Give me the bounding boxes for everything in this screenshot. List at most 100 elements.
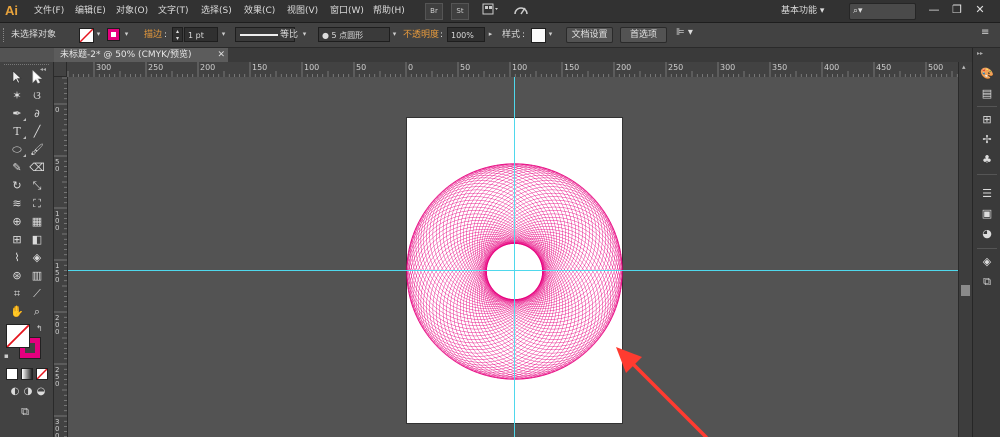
opacity-input[interactable]: 100%: [447, 27, 485, 42]
brushes-panel-icon[interactable]: ✢: [978, 132, 996, 148]
zoom-tool-icon[interactable]: ⌕: [28, 304, 46, 319]
horizontal-ruler-ticks: 300 250 200 150 100 50 0 50 100 150 200 250 300 350 40…: [57, 62, 958, 77]
selection-tool-icon[interactable]: [8, 70, 26, 85]
slice-tool-icon[interactable]: ⟋: [28, 286, 46, 301]
layers-panel-icon[interactable]: ◈: [978, 254, 996, 270]
perspective-grid-tool-icon[interactable]: ▦: [28, 214, 46, 229]
vertical-scrollbar-thumb[interactable]: [961, 285, 970, 296]
eraser-tool-icon[interactable]: ⌫: [28, 160, 46, 175]
close-button[interactable]: ✕: [971, 2, 989, 18]
paintbrush-tool-icon[interactable]: 🖌: [28, 142, 46, 157]
expand-panels-icon[interactable]: ▸▸: [977, 50, 983, 57]
none-mode-icon[interactable]: [36, 368, 48, 380]
gpu-icon[interactable]: [512, 3, 530, 18]
menu-view[interactable]: 视图(V): [287, 5, 318, 18]
minimize-button[interactable]: —: [925, 2, 943, 18]
menu-object[interactable]: 对象(O): [116, 5, 148, 18]
align-options-icon[interactable]: ⊫ ▾: [676, 27, 693, 39]
profile-label: 等比: [280, 30, 299, 40]
control-bar-grip[interactable]: [3, 28, 6, 42]
menu-type[interactable]: 文字(T): [158, 5, 189, 18]
ellipse-tool-icon[interactable]: ⬭: [8, 142, 26, 157]
stroke-weight-stepper[interactable]: ▴ ▾: [172, 27, 183, 42]
direct-selection-tool-icon[interactable]: [28, 70, 46, 85]
line-segment-tool-icon[interactable]: ╱: [28, 124, 46, 139]
stroke-panel-icon[interactable]: ☰: [978, 186, 996, 202]
scroll-up-icon[interactable]: ▴: [962, 63, 966, 71]
restore-button[interactable]: ❐: [948, 2, 966, 18]
stroke-weight-dropdown-icon[interactable]: ▾: [219, 27, 228, 42]
width-tool-icon[interactable]: ≋: [8, 196, 26, 211]
graphic-style-dropdown-icon[interactable]: ▾: [546, 27, 555, 42]
document-setup-button[interactable]: 文档设置: [566, 27, 613, 43]
default-fill-stroke-icon[interactable]: ▪: [4, 352, 9, 360]
stroke-label[interactable]: 描边: [144, 29, 162, 41]
stock-icon[interactable]: St: [451, 3, 469, 20]
rotate-tool-icon[interactable]: ↻: [8, 178, 26, 193]
stroke-dropdown-icon[interactable]: ▾: [122, 27, 131, 42]
stroke-swatch[interactable]: [107, 28, 120, 41]
vertical-guide[interactable]: [514, 77, 515, 437]
pen-tool-icon[interactable]: ✒: [8, 106, 26, 121]
menu-help[interactable]: 帮助(H): [373, 5, 405, 18]
bridge-icon[interactable]: Br: [425, 3, 443, 20]
horizontal-guide[interactable]: [68, 270, 958, 271]
magic-wand-tool-icon[interactable]: ✶: [8, 88, 26, 103]
pencil-tool-icon[interactable]: ✎: [8, 160, 26, 175]
color-panel-icon[interactable]: 🎨: [978, 66, 996, 82]
lasso-tool-icon[interactable]: ଓ: [28, 88, 46, 103]
close-icon[interactable]: ✕: [217, 48, 225, 62]
gradient-mode-icon[interactable]: [21, 368, 33, 380]
swap-fill-stroke-icon[interactable]: ↰: [36, 324, 43, 333]
ruler-h-label: 500: [928, 63, 943, 72]
arrange-documents-icon[interactable]: [480, 3, 502, 18]
gradient-panel-icon[interactable]: ▣: [978, 206, 996, 222]
curvature-tool-icon[interactable]: ∂: [28, 106, 46, 121]
artboards-panel-icon[interactable]: ⧉: [978, 274, 996, 290]
column-graph-tool-icon[interactable]: ▥: [28, 268, 46, 283]
horizontal-ruler[interactable]: 300 250 200 150 100 50 0 50 100 150 200 250 300 350 40…: [54, 62, 958, 78]
shape-builder-tool-icon[interactable]: ⊕: [8, 214, 26, 229]
graphic-style-swatch[interactable]: [531, 28, 546, 43]
color-mode-icon[interactable]: [6, 368, 18, 380]
menu-file[interactable]: 文件(F): [34, 5, 64, 18]
symbol-sprayer-tool-icon[interactable]: ⊛: [8, 268, 26, 283]
scale-tool-icon[interactable]: ⤡: [28, 178, 46, 193]
symbols-panel-icon[interactable]: ♣: [978, 152, 996, 168]
eyedropper-tool-icon[interactable]: ⌇: [8, 250, 26, 265]
fill-color-indicator[interactable]: [6, 324, 30, 348]
draw-inside-icon[interactable]: ◒: [32, 384, 50, 399]
color-guide-panel-icon[interactable]: ▤: [978, 86, 996, 102]
swatches-panel-icon[interactable]: ⊞: [978, 112, 996, 128]
ruler-origin[interactable]: [54, 62, 67, 77]
search-input[interactable]: ⌕▾: [849, 3, 916, 20]
workspace-switcher[interactable]: 基本功能 ▾: [781, 3, 839, 19]
brush-definition[interactable]: ● 5 点圆形: [318, 27, 390, 42]
menu-window[interactable]: 窗口(W): [330, 5, 364, 18]
preferences-button[interactable]: 首选项: [620, 27, 667, 43]
opacity-slider-icon[interactable]: ▸: [486, 27, 495, 42]
hand-tool-icon[interactable]: ✋: [8, 304, 26, 319]
panel-menu-icon[interactable]: ≡: [981, 27, 989, 39]
canvas[interactable]: [68, 77, 958, 437]
fill-dropdown-icon[interactable]: ▾: [94, 27, 103, 42]
change-screen-mode-icon[interactable]: ⧉: [16, 404, 34, 419]
menu-select[interactable]: 选择(S): [201, 5, 232, 18]
brush-dropdown-icon[interactable]: ▾: [390, 27, 399, 42]
free-transform-tool-icon[interactable]: ⛶: [28, 196, 46, 211]
fill-swatch[interactable]: [79, 28, 94, 43]
gradient-tool-icon[interactable]: ◧: [28, 232, 46, 247]
menu-effect[interactable]: 效果(C): [244, 5, 275, 18]
vertical-scrollbar[interactable]: ▴: [958, 62, 972, 437]
menu-edit[interactable]: 编辑(E): [75, 5, 106, 18]
blend-tool-icon[interactable]: ◈: [28, 250, 46, 265]
document-tab[interactable]: 未标题-2* @ 50% (CMYK/预览) ✕: [54, 48, 228, 62]
mesh-tool-icon[interactable]: ⊞: [8, 232, 26, 247]
opacity-label[interactable]: 不透明度: [403, 29, 439, 41]
vertical-ruler[interactable]: 050100150200250300: [54, 77, 68, 437]
profile-dropdown-icon[interactable]: ▾: [300, 27, 309, 42]
stroke-weight-input[interactable]: 1 pt: [184, 27, 218, 42]
type-tool-icon[interactable]: T: [8, 124, 26, 139]
transparency-panel-icon[interactable]: ◕: [978, 226, 996, 242]
artboard-tool-icon[interactable]: ⌗: [8, 286, 26, 301]
